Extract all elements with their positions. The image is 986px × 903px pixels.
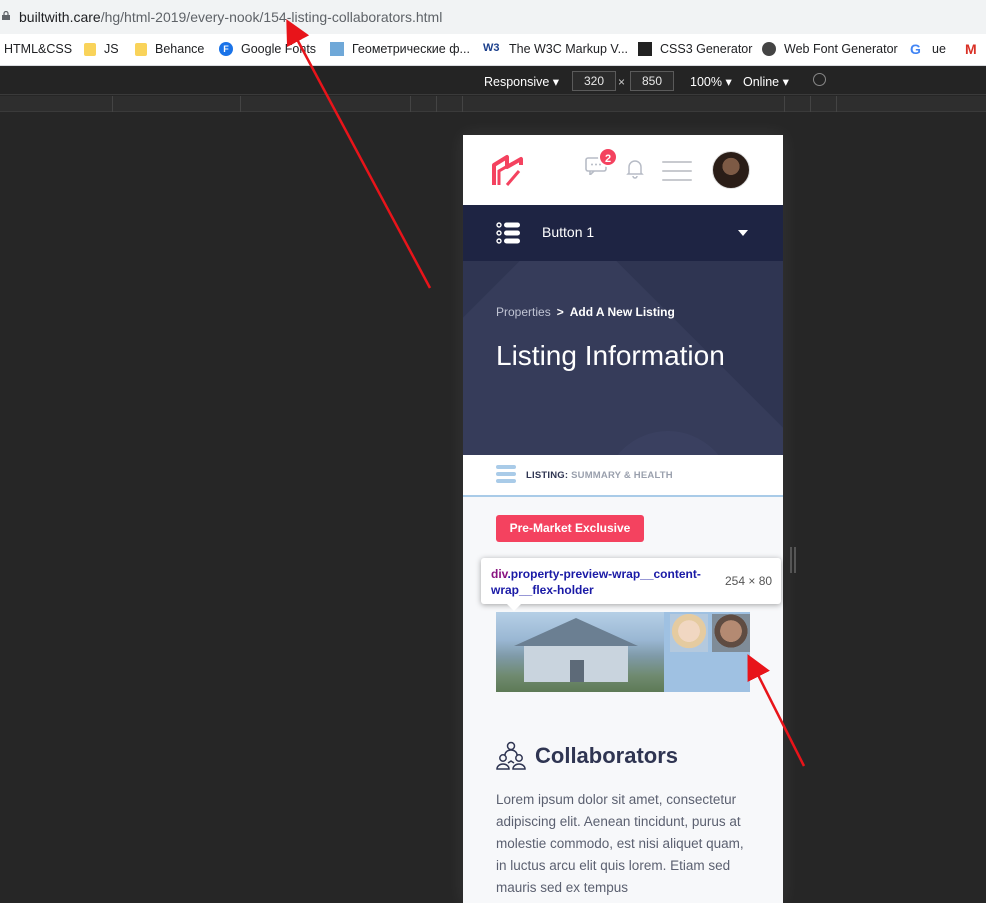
- listing-subnav[interactable]: LISTING: SUMMARY & HEALTH: [463, 455, 783, 497]
- list-icon: [496, 465, 516, 486]
- nav-button-label: Button 1: [542, 224, 595, 240]
- bookmark-ue[interactable]: Gue: [910, 42, 946, 56]
- menu-icon[interactable]: [662, 161, 692, 188]
- zoom-select[interactable]: 100% ▾: [690, 74, 732, 89]
- throttle-select[interactable]: Online ▾: [743, 74, 789, 89]
- url-host: builtwith.care: [19, 9, 101, 25]
- device-toolbar: Responsive ▾ 320 × 850 100% ▾ Online ▾: [0, 67, 986, 95]
- avatar[interactable]: [712, 151, 750, 189]
- css3-icon: [638, 42, 652, 56]
- caret-down-icon: [738, 230, 748, 236]
- subnav-label: LISTING: SUMMARY & HEALTH: [526, 470, 673, 481]
- bookmarks-bar: HTML&CSS JS Behance F Google Fonts Геомет…: [0, 34, 986, 66]
- pre-market-exclusive-button[interactable]: Pre-Market Exclusive: [496, 515, 644, 542]
- web-icon: [762, 42, 776, 56]
- brand-logo-icon[interactable]: [491, 153, 529, 187]
- geometric-icon: [330, 42, 344, 56]
- bookmark-w3c[interactable]: W3 The W3C Markup V...: [483, 42, 628, 56]
- bookmark-label: Google Fonts: [241, 42, 317, 56]
- page-title: Listing Information: [496, 340, 725, 371]
- tooltip-tag: div: [491, 567, 508, 581]
- subnav-section: SUMMARY & HEALTH: [571, 470, 673, 481]
- tooltip-class: .property-preview-wrap__content-wrap__fl…: [491, 567, 701, 597]
- folder-icon: [84, 42, 96, 56]
- bookmark-label: The W3C Markup V...: [509, 42, 629, 56]
- device-label: Responsive: [484, 75, 550, 89]
- bookmark-css3-generator[interactable]: CSS3 Generator: [638, 42, 752, 56]
- w3c-icon: W3: [483, 42, 500, 54]
- address-bar[interactable]: builtwith.care/hg/html-2019/every-nook/1…: [0, 0, 986, 34]
- rotate-icon[interactable]: [813, 73, 826, 86]
- app-header: 2: [463, 135, 783, 205]
- page-hero: Properties > Add A New Listing Listing Inf…: [463, 261, 783, 455]
- folder-icon: [135, 42, 147, 56]
- property-photo: [496, 612, 664, 692]
- bookmark-gmail[interactable]: M: [965, 42, 986, 56]
- device-select[interactable]: Responsive ▾: [484, 74, 559, 89]
- bookmark-behance[interactable]: Behance: [135, 42, 204, 56]
- subnav-prefix: LISTING:: [526, 470, 569, 481]
- bookmark-geometric[interactable]: Геометрические ф...: [330, 42, 470, 56]
- bookmark-web-font-generator[interactable]: Web Font Generator: [762, 42, 898, 56]
- zoom-label: 100%: [690, 75, 722, 89]
- bookmark-label: ue: [932, 42, 946, 56]
- media-query-ruler: [0, 96, 986, 112]
- list-icon: [496, 222, 520, 244]
- device-viewport: 2 Button 1 Properties > Add A New Listing …: [463, 135, 783, 903]
- height-input[interactable]: 850: [630, 71, 674, 91]
- tooltip-size: 254 × 80: [725, 574, 773, 588]
- section-title: Collaborators: [535, 743, 679, 768]
- bookmark-label: JS: [104, 42, 119, 56]
- collaborators-icon: [496, 741, 526, 770]
- inspect-tooltip: div.property-preview-wrap__content-wrap_…: [481, 558, 781, 611]
- bookmark-html-css[interactable]: HTML&CSS: [4, 42, 72, 56]
- bookmark-label: CSS3 Generator: [660, 42, 753, 56]
- bookmark-label: Behance: [155, 42, 205, 56]
- bookmark-js[interactable]: JS: [84, 42, 119, 56]
- breadcrumb-separator: >: [556, 305, 564, 319]
- google-fonts-icon: F: [219, 42, 233, 56]
- collaborator-avatar[interactable]: [712, 614, 750, 652]
- bell-icon[interactable]: [626, 159, 644, 179]
- bookmark-label: Web Font Generator: [784, 42, 898, 56]
- google-icon: G: [910, 41, 921, 57]
- width-input[interactable]: 320: [572, 71, 616, 91]
- message-count-badge: 2: [598, 147, 618, 167]
- resize-handle[interactable]: [790, 547, 796, 573]
- bookmark-google-fonts[interactable]: F Google Fonts: [219, 42, 316, 56]
- url-text[interactable]: builtwith.care/hg/html-2019/every-nook/1…: [19, 9, 442, 25]
- property-preview[interactable]: [496, 612, 750, 692]
- breadcrumb: Properties > Add A New Listing: [496, 305, 675, 319]
- gmail-icon: M: [965, 41, 977, 57]
- breadcrumb-properties[interactable]: Properties: [496, 305, 551, 319]
- throttle-label: Online: [743, 75, 780, 89]
- bookmark-label: HTML&CSS: [4, 42, 73, 56]
- dimension-separator: ×: [618, 75, 626, 89]
- collaborator-avatar[interactable]: [670, 614, 708, 652]
- bookmark-label: Геометрические ф...: [352, 42, 470, 56]
- nav-dropdown[interactable]: Button 1: [463, 205, 783, 261]
- breadcrumb-current: Add A New Listing: [569, 305, 675, 319]
- url-path: /hg/html-2019/every-nook/154-listing-col…: [100, 9, 443, 25]
- tooltip-selector: div.property-preview-wrap__content-wrap_…: [491, 566, 721, 598]
- section-description: Lorem ipsum dolor sit amet, consectetur …: [496, 792, 744, 895]
- lock-icon: [2, 11, 10, 20]
